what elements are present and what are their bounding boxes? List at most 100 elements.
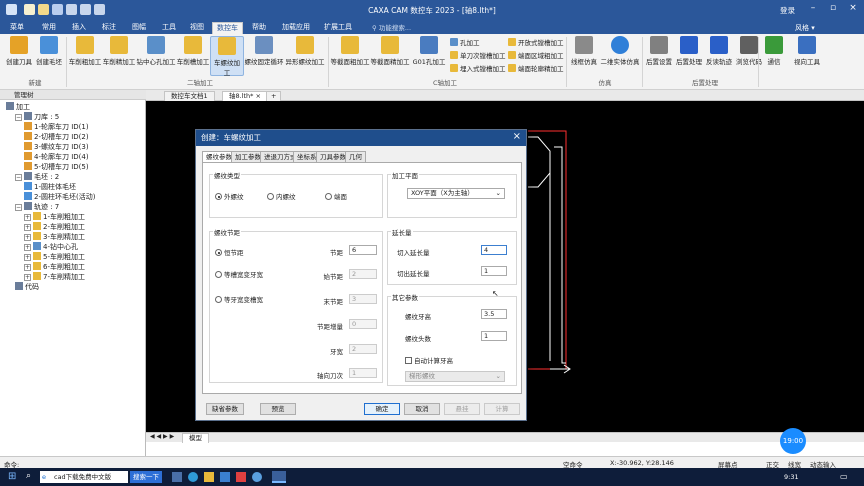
tree-item[interactable]: +7-车削精加工 [24,272,85,282]
tree-item[interactable]: +2-车削粗加工 [24,222,85,232]
menu-load-app[interactable]: 加载应用 [278,22,314,34]
g01-hole-button[interactable]: G01孔加工 [410,36,448,66]
post-settings-button[interactable]: 后置设置 [644,36,674,66]
tree-item[interactable]: − 毛坯 : 2 [15,172,59,182]
view-tools-button[interactable]: 视向工具 [790,36,824,66]
radio-face-thread[interactable]: 端面 [325,191,347,201]
taskbar-search-box[interactable]: e cad下载免费中文版 [40,471,128,483]
tab-document-1[interactable]: 数控车文档1 [164,91,215,101]
menu-help[interactable]: 帮助 [248,22,270,34]
tree-item[interactable]: +6-车削粗加工 [24,262,85,272]
auto-calc-height-checkbox[interactable]: 自动计算牙高 [405,355,453,365]
wireframe-sim-button[interactable]: 线框仿真 [568,36,600,66]
login-link[interactable]: 登录 [780,5,795,16]
face-contour-finish-button[interactable]: 端面轮廓精加工 [508,64,564,74]
solid-sim-button[interactable]: 二维实体仿真 [600,36,640,66]
single-groove-button[interactable]: 单刀次镗槽加工 [450,51,506,61]
radio-constant-pitch[interactable]: 恒节距 [215,247,244,257]
tree-item[interactable]: +5-车削粗加工 [24,252,85,262]
caxa-taskbar-icon[interactable] [272,471,286,483]
notification-icon[interactable]: ▭ [840,472,848,481]
end-pitch-input[interactable]: 3 [349,294,377,304]
collapse-icon[interactable]: − [15,174,22,181]
ok-button[interactable]: 确定 [364,403,400,415]
tab-model[interactable]: 模型 [182,433,209,443]
plane-select[interactable]: XOY平面（X为主轴） ⌄ [407,188,505,199]
tab-shaft8[interactable]: 轴8.lth* × [222,91,268,101]
face-area-rough-button[interactable]: 端面区域粗加工 [508,51,564,61]
open-groove-button[interactable]: 开放式镗槽加工 [508,38,564,48]
tree-item[interactable]: 5-切槽车刀 ID(5) [24,162,89,172]
tree-item[interactable]: 3-螺纹车刀 ID(3) [24,142,89,152]
expand-icon[interactable]: + [24,214,31,221]
radio-external-thread[interactable]: 外螺纹 [215,191,244,201]
tree-item[interactable]: +4-钻中心孔 [24,242,78,252]
menu-extend-tools[interactable]: 扩展工具 [320,22,356,34]
tooth-width-input[interactable]: 2 [349,344,377,354]
app-taskbar-icon[interactable] [236,472,246,482]
close-icon[interactable]: × [846,3,860,13]
tab-geometry[interactable]: 几何 [345,151,366,162]
expand-icon[interactable]: + [24,244,31,251]
section-finish-button[interactable]: 等截面精加工 [370,36,410,66]
special-thread-button[interactable]: 异形螺纹加工 [284,36,326,66]
new-tab-button[interactable]: + [266,91,282,101]
tree-item[interactable]: − 刀库 : 5 [15,112,59,122]
collapse-icon[interactable]: − [15,204,22,211]
taskbar-clock[interactable]: 9:31 [784,473,799,481]
start-pitch-input[interactable]: 2 [349,269,377,279]
taskbar-search-button[interactable]: 搜索一下 [130,471,162,483]
create-blank-button[interactable]: 创建毛坯 [34,36,64,66]
menu-drawing[interactable]: 图幅 [128,22,150,34]
menu-insert[interactable]: 插入 [68,22,90,34]
pitch-increment-input[interactable]: 0 [349,319,377,329]
menu-view[interactable]: 视图 [186,22,208,34]
tree-item[interactable]: 1-圆柱体毛坯 [24,182,76,192]
preview-button[interactable]: 预览 [260,403,296,415]
menu-main[interactable]: 菜单 [6,22,28,34]
pitch-input[interactable]: 6 [349,245,377,255]
lead-out-input[interactable]: 1 [481,266,507,276]
thread-cycle-button[interactable]: 螺纹固定循环 [244,36,284,66]
center-drill-button[interactable]: 钻中心孔加工 [136,36,176,66]
thread-turning-button[interactable]: 车螺纹加工 [210,36,244,77]
tree-item[interactable]: 2-圆柱环毛坯(活动) [24,192,95,202]
communication-button[interactable]: 通信 [760,36,788,66]
tree-item[interactable]: − 轨迹 : 7 [15,202,59,212]
browser-taskbar-icon[interactable] [252,472,262,482]
minimize-icon[interactable]: – [806,3,820,13]
store-icon[interactable] [220,472,230,482]
section-rough-button[interactable]: 等截面粗加工 [330,36,370,66]
menu-annotate[interactable]: 标注 [98,22,120,34]
thread-profile-select[interactable]: 梯形螺纹 ⌄ [405,371,505,382]
radio-equal-tooth[interactable]: 等牙宽变槽宽 [215,294,263,304]
cancel-button[interactable]: 取消 [404,403,440,415]
embedded-groove-button[interactable]: 埋入式镗槽加工 [450,64,506,74]
expand-icon[interactable]: + [24,254,31,261]
lead-in-input[interactable]: 4 [481,245,507,255]
file-explorer-icon[interactable] [204,472,214,482]
function-search[interactable]: ⚲ 功能搜索... [372,22,492,33]
tree-item[interactable]: 加工 [6,102,30,112]
edge-taskbar-icon[interactable] [188,472,198,482]
default-params-button[interactable]: 缺省参数 [206,403,244,415]
dialog-close-icon[interactable]: × [513,131,521,142]
expand-icon[interactable]: + [24,274,31,281]
task-view-icon[interactable] [172,472,182,482]
style-menu[interactable]: 风格 ▾ [795,23,815,33]
post-process-button[interactable]: 后置处理 [674,36,704,66]
tree-item[interactable]: 代码 [15,282,39,292]
thread-height-input[interactable]: 3.5 [481,309,507,319]
rough-turning-button[interactable]: 车削粗加工 [68,36,102,66]
taskbar-search-icon[interactable]: ⌕ [26,471,31,481]
tree-item[interactable]: +3-车削精加工 [24,232,85,242]
windows-start-icon[interactable]: ⊞ [8,471,16,482]
maximize-icon[interactable]: ▫ [826,3,840,13]
reverse-read-button[interactable]: 反读轨迹 [704,36,734,66]
suspend-button[interactable]: 悬挂 [444,403,480,415]
radio-internal-thread[interactable]: 内螺纹 [267,191,296,201]
finish-turning-button[interactable]: 车削精加工 [102,36,136,66]
menu-cnc-lathe[interactable]: 数控车 [212,22,243,34]
expand-icon[interactable]: + [24,264,31,271]
tab-close-icon[interactable]: × [256,92,261,100]
